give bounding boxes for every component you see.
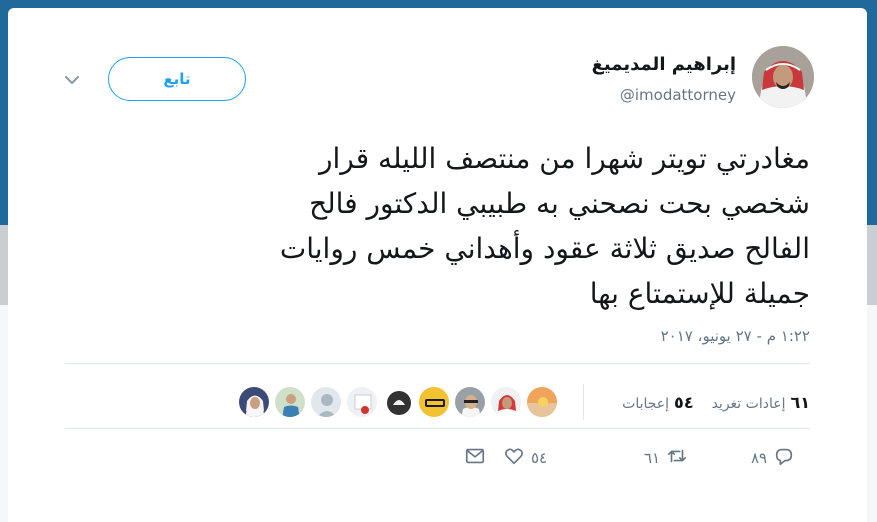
divider (65, 428, 810, 429)
retweet-count: ٦١ (644, 449, 661, 467)
message-action[interactable] (464, 443, 486, 473)
liker-avatar[interactable] (526, 386, 558, 418)
heart-icon[interactable] (503, 445, 525, 471)
reply-count: ٨٩ (751, 449, 768, 467)
author-avatar[interactable] (752, 46, 814, 108)
tweet-stats: ٦١ إعادات تغريد ٥٤ إعجابات (604, 386, 810, 418)
liker-avatar[interactable] (382, 386, 414, 418)
liker-avatar[interactable] (274, 386, 306, 418)
liker-avatar[interactable] (346, 386, 378, 418)
liker-avatar[interactable] (310, 386, 342, 418)
divider (65, 363, 810, 364)
liker-avatar[interactable] (238, 386, 270, 418)
author-display-name[interactable]: إبراهيم المديميغ (592, 54, 736, 75)
author-handle[interactable]: @imodattorney (620, 86, 736, 104)
tweet-text: مغادرتي تويتر شهرا من منتصف الليله قرار … (279, 142, 810, 310)
liker-avatar[interactable] (418, 386, 450, 418)
tweet-header: إبراهيم المديميغ @imodattorney تابع (8, 8, 867, 118)
retweets-stat-label: إعادات تغريد (711, 395, 786, 412)
liker-avatar[interactable] (490, 386, 522, 418)
tweet-timestamp[interactable]: ١:٢٢ م - ٢٧ يونيو، ٢٠١٧ (661, 327, 810, 345)
likes-stat-count: ٥٤ (674, 392, 694, 412)
retweets-stat-count: ٦١ (790, 392, 810, 412)
liker-avatar[interactable] (454, 386, 486, 418)
retweets-stat[interactable]: ٦١ إعادات تغريد (712, 393, 810, 412)
likes-stat-label: إعجابات (622, 395, 670, 412)
retweet-icon[interactable] (666, 445, 688, 471)
tweet-card: إبراهيم المديميغ @imodattorney تابع مغاد… (8, 8, 867, 522)
follow-button[interactable]: تابع (108, 57, 246, 101)
likes-stat[interactable]: ٥٤ إعجابات (622, 393, 693, 412)
reply-action[interactable]: ٨٩ (745, 443, 795, 473)
reply-icon[interactable] (773, 445, 795, 471)
stats-separator (583, 384, 584, 420)
like-count: ٥٤ (531, 449, 548, 467)
tweet-actions: ٨٩ ٦١ ٥٤ (8, 443, 867, 473)
like-action[interactable]: ٥٤ (503, 443, 553, 473)
envelope-icon[interactable] (464, 445, 486, 471)
retweet-action[interactable]: ٦١ (638, 443, 688, 473)
liker-avatars (214, 386, 560, 418)
caret-down-icon[interactable] (63, 71, 81, 89)
